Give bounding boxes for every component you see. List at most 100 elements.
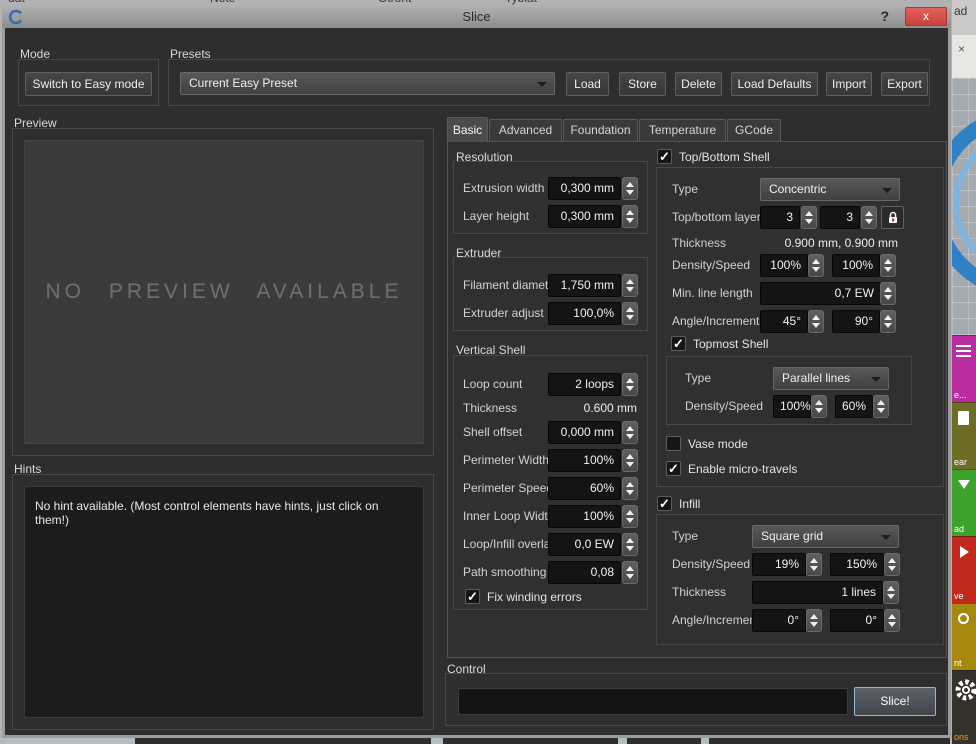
- infill-density-speed-label: Density/Speed: [672, 557, 750, 571]
- tab-basic[interactable]: Basic: [447, 117, 488, 142]
- min-line-length-label: Min. line length: [672, 286, 753, 300]
- loop-infill-overlap-spinner[interactable]: [622, 533, 638, 556]
- store-button[interactable]: Store: [619, 72, 666, 96]
- top-bottom-shell-checkbox[interactable]: ✓: [657, 149, 672, 164]
- infill-thickness-field[interactable]: 1 lines: [752, 581, 883, 604]
- close-button[interactable]: x: [905, 7, 947, 26]
- bg-header-fragment: ad: [952, 0, 976, 35]
- bottom-layers-spinner[interactable]: [861, 206, 877, 229]
- background-app-right-strip: ad × e... ear ad ve nt: [952, 0, 976, 744]
- extrusion-width-spinner[interactable]: [622, 177, 638, 200]
- infill-checkbox[interactable]: ✓: [657, 496, 672, 511]
- infill-angle-spinner[interactable]: [806, 609, 822, 632]
- infill-density-field[interactable]: 19%: [752, 553, 806, 576]
- perimeter-speed-spinner[interactable]: [622, 477, 638, 500]
- tbs-density-field[interactable]: 100%: [760, 254, 808, 277]
- infill-increment-field[interactable]: 0°: [830, 609, 884, 632]
- bg-viewport-fragment: [952, 78, 976, 335]
- tbs-speed-field[interactable]: 100%: [832, 254, 880, 277]
- infill-thickness-spinner[interactable]: [883, 581, 899, 604]
- tbs-angle-field[interactable]: 45°: [760, 310, 808, 333]
- toolbar-button-label: ad: [954, 524, 964, 534]
- lock-layers-button[interactable]: [881, 206, 904, 229]
- export-button[interactable]: Export: [881, 72, 928, 96]
- micro-travels-checkbox[interactable]: ✓: [666, 461, 681, 476]
- extruder-adjust-field[interactable]: 100,0%: [548, 302, 621, 325]
- slice-button[interactable]: Slice!: [854, 687, 936, 716]
- infill-type-select[interactable]: Square grid: [752, 525, 899, 548]
- bg-toolbar-button[interactable]: nt: [952, 603, 976, 670]
- shell-offset-spinner[interactable]: [622, 421, 638, 444]
- bg-toolbar-button[interactable]: ve: [952, 536, 976, 603]
- loop-count-label: Loop count: [463, 377, 522, 391]
- tbs-increment-spinner[interactable]: [880, 310, 896, 333]
- filament-diameter-spinner[interactable]: [622, 274, 638, 297]
- tbs-speed-spinner[interactable]: [880, 254, 896, 277]
- loop-count-spinner[interactable]: [622, 373, 638, 396]
- layer-height-field[interactable]: 0,300 mm: [548, 205, 621, 228]
- tab-advanced[interactable]: Advanced: [489, 119, 562, 141]
- inner-loop-width-spinner[interactable]: [622, 505, 638, 528]
- tbs-density-spinner[interactable]: [808, 254, 824, 277]
- shell-offset-field[interactable]: 0,000 mm: [548, 421, 621, 444]
- tbs-type-select[interactable]: Concentric: [760, 178, 900, 201]
- help-button[interactable]: ?: [880, 8, 889, 24]
- tbs-angle-spinner[interactable]: [808, 310, 824, 333]
- layer-height-label: Layer height: [463, 209, 529, 223]
- tab-close-icon[interactable]: ×: [958, 42, 965, 56]
- filament-diameter-field[interactable]: 1,750 mm: [548, 274, 621, 297]
- bg-toolbar-button[interactable]: ear: [952, 402, 976, 469]
- topmost-speed-field[interactable]: 60%: [835, 395, 873, 418]
- tab-gcode[interactable]: GCode: [727, 119, 781, 141]
- tbs-increment-field[interactable]: 90°: [832, 310, 880, 333]
- loop-count-field[interactable]: 2 loops: [548, 373, 621, 396]
- toolbar-button-label: ons: [954, 732, 969, 742]
- gear-icon: [954, 677, 976, 707]
- extruder-adjust-spinner[interactable]: [622, 302, 638, 325]
- load-button[interactable]: Load: [566, 72, 609, 96]
- switch-easy-mode-button[interactable]: Switch to Easy mode: [25, 72, 152, 96]
- import-button[interactable]: Import: [826, 72, 872, 96]
- layer-height-spinner[interactable]: [622, 205, 638, 228]
- taskbar-fragment: [709, 738, 950, 744]
- topmost-shell-checkbox[interactable]: ✓: [671, 336, 686, 351]
- path-smoothing-spinner[interactable]: [622, 561, 638, 584]
- perimeter-width-field[interactable]: 100%: [548, 449, 621, 472]
- min-line-length-field[interactable]: 0,7 EW: [760, 282, 881, 305]
- preset-select[interactable]: Current Easy Preset: [180, 72, 555, 95]
- bottom-layers-field[interactable]: 3: [820, 206, 860, 229]
- fix-winding-errors-checkbox[interactable]: ✓: [465, 589, 480, 604]
- extrusion-width-field[interactable]: 0,300 mm: [548, 177, 621, 200]
- top-bottom-layers-label: Top/bottom layers: [672, 210, 767, 224]
- bg-toolbar-button[interactable]: e...: [952, 335, 976, 402]
- inner-loop-width-label: Inner Loop Width: [463, 509, 554, 523]
- loop-infill-overlap-field[interactable]: 0,0 EW: [548, 533, 621, 556]
- infill-angle-field[interactable]: 0°: [752, 609, 806, 632]
- topmost-speed-spinner[interactable]: [873, 395, 889, 418]
- topmost-density-spinner[interactable]: [811, 395, 827, 418]
- top-layers-field[interactable]: 3: [760, 206, 800, 229]
- toolbar-button-label: ve: [954, 591, 964, 601]
- path-smoothing-field[interactable]: 0,08: [548, 561, 621, 584]
- tab-foundation[interactable]: Foundation: [563, 119, 638, 141]
- bg-toolbar-button[interactable]: ons: [952, 670, 976, 744]
- vase-mode-checkbox[interactable]: [666, 436, 681, 451]
- delete-button[interactable]: Delete: [675, 72, 722, 96]
- top-layers-spinner[interactable]: [801, 206, 817, 229]
- checkmark-icon: ✓: [659, 496, 670, 512]
- perimeter-speed-field[interactable]: 60%: [548, 477, 621, 500]
- loop-infill-overlap-label: Loop/Infill overlap: [463, 537, 557, 551]
- infill-density-spinner[interactable]: [806, 553, 822, 576]
- perimeter-width-spinner[interactable]: [622, 449, 638, 472]
- infill-increment-spinner[interactable]: [884, 609, 900, 632]
- bg-toolbar-button[interactable]: ad: [952, 469, 976, 536]
- load-defaults-button[interactable]: Load Defaults: [731, 72, 818, 96]
- infill-speed-spinner[interactable]: [884, 553, 900, 576]
- topmost-type-select[interactable]: Parallel lines: [773, 367, 889, 390]
- tab-temperature[interactable]: Temperature: [639, 119, 726, 141]
- topmost-density-field[interactable]: 100%: [773, 395, 811, 418]
- infill-speed-field[interactable]: 150%: [830, 553, 884, 576]
- inner-loop-width-field[interactable]: 100%: [548, 505, 621, 528]
- titlebar[interactable]: Slice ? x: [2, 5, 951, 28]
- min-line-length-spinner[interactable]: [880, 282, 896, 305]
